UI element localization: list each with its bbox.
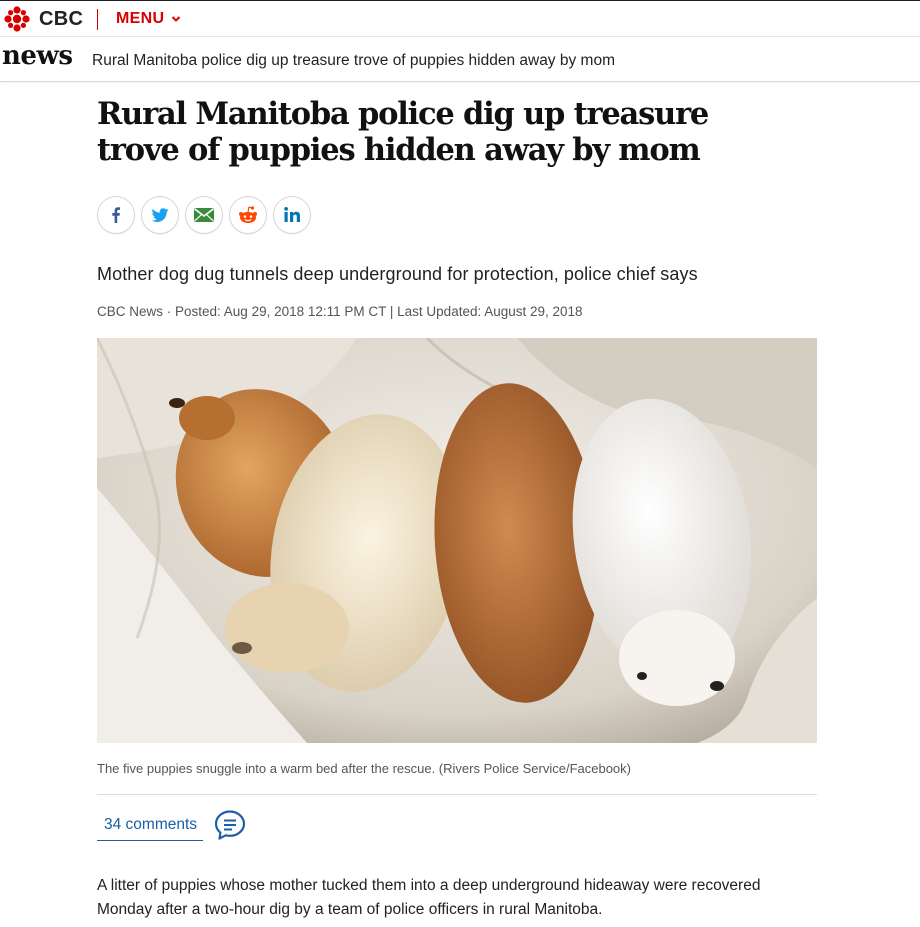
article: Rural Manitoba police dig up treasure tr… (97, 96, 817, 918)
share-buttons (97, 196, 317, 234)
cbc-gem-icon (4, 6, 30, 32)
comment-bubble-icon[interactable] (213, 808, 247, 842)
share-linkedin-button[interactable] (273, 196, 311, 234)
facebook-icon (112, 207, 120, 223)
cbc-wordmark: CBC (39, 7, 84, 30)
menu-button[interactable]: MENU (116, 10, 181, 28)
news-section-bar: news Rural Manitoba police dig up treasu… (0, 37, 920, 82)
email-icon (194, 208, 214, 222)
share-email-button[interactable] (185, 196, 223, 234)
share-twitter-button[interactable] (141, 196, 179, 234)
menu-label: MENU (116, 10, 165, 27)
share-facebook-button[interactable] (97, 196, 135, 234)
divider (97, 794, 817, 795)
cbc-top-bar: CBC MENU (0, 0, 920, 37)
article-byline: CBC News · Posted: Aug 29, 2018 12:11 PM… (97, 304, 583, 319)
linkedin-icon (284, 207, 300, 222)
chevron-down-icon (172, 16, 181, 22)
share-reddit-button[interactable] (229, 196, 267, 234)
comments-link[interactable]: 34 comments (97, 810, 204, 841)
article-body-paragraph: A litter of puppies whose mother tucked … (97, 877, 761, 918)
article-photo (97, 338, 817, 743)
sticky-headline: Rural Manitoba police dig up treasure tr… (92, 52, 615, 69)
photo-caption: The five puppies snuggle into a warm bed… (97, 761, 631, 776)
cbc-logo[interactable]: CBC (4, 6, 83, 32)
comments-control: 34 comments (97, 808, 247, 842)
article-headline: Rural Manitoba police dig up treasure tr… (97, 96, 709, 168)
divider (97, 9, 98, 30)
article-deck: Mother dog dug tunnels deep underground … (97, 264, 698, 284)
reddit-icon (239, 206, 257, 223)
news-section-logo[interactable]: news (2, 41, 73, 71)
twitter-icon (151, 208, 169, 222)
